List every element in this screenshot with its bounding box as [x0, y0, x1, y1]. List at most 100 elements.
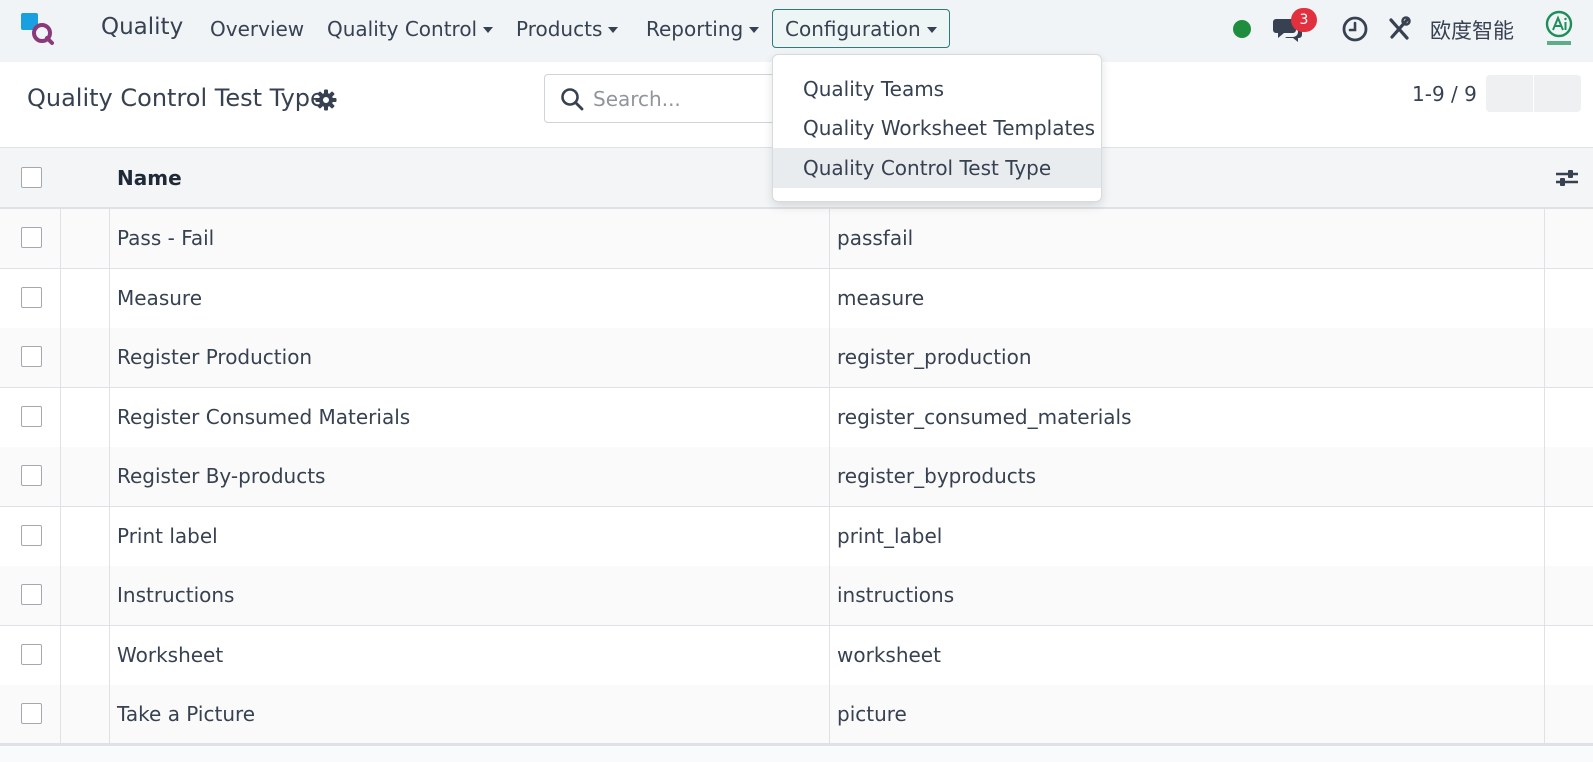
search-icon[interactable] — [560, 87, 584, 111]
column-divider — [829, 447, 830, 506]
cell-name: Print label — [117, 524, 218, 548]
row-checkbox[interactable] — [21, 584, 42, 605]
cell-name: Instructions — [117, 583, 235, 607]
column-divider — [60, 209, 61, 268]
column-divider — [829, 388, 830, 447]
menu-item-quality-worksheet-templates[interactable]: Quality Worksheet Templates — [773, 108, 1101, 148]
presence-status-icon[interactable] — [1233, 20, 1251, 38]
menu-quality-control[interactable]: Quality Control — [327, 9, 494, 48]
column-divider — [829, 209, 830, 268]
row-checkbox[interactable] — [21, 703, 42, 724]
page-title: Quality Control Test Type — [27, 84, 325, 112]
menu-overview-label: Overview — [210, 16, 305, 41]
menu-reporting[interactable]: Reporting — [646, 9, 760, 48]
table-row[interactable]: Register Consumed Materials register_con… — [0, 388, 1593, 448]
quality-app-logo-icon[interactable] — [20, 12, 54, 46]
optional-columns-toggle-icon[interactable] — [1555, 167, 1579, 189]
table-row[interactable]: Register By-products register_byproducts — [0, 447, 1593, 507]
menu-reporting-label: Reporting — [646, 16, 744, 41]
column-divider — [60, 269, 61, 328]
cell-name: Worksheet — [117, 643, 224, 667]
clock-activity-icon[interactable] — [1342, 16, 1368, 42]
notification-count-badge: 3 — [1291, 8, 1317, 32]
cell-name: Measure — [117, 286, 202, 310]
gear-icon[interactable] — [315, 89, 337, 111]
column-divider — [109, 626, 110, 685]
column-divider — [1544, 626, 1545, 685]
menu-overview[interactable]: Overview — [210, 9, 304, 48]
caret-down-icon — [608, 26, 619, 33]
select-all-checkbox[interactable] — [21, 167, 42, 188]
column-divider — [829, 626, 830, 685]
column-divider — [109, 447, 110, 506]
column-divider — [109, 209, 110, 268]
column-divider — [829, 566, 830, 625]
table-row[interactable]: Take a Picture picture — [0, 685, 1593, 746]
cell-name: Pass - Fail — [117, 226, 215, 250]
column-header-name[interactable]: Name — [117, 166, 182, 190]
row-checkbox[interactable] — [21, 525, 42, 546]
column-divider — [109, 566, 110, 625]
menu-configuration-label: Configuration — [785, 16, 921, 41]
cell-technical-name: passfail — [837, 226, 914, 250]
column-divider — [1544, 269, 1545, 328]
row-checkbox[interactable] — [21, 287, 42, 308]
column-divider — [829, 507, 830, 566]
menu-item-quality-teams[interactable]: Quality Teams — [773, 69, 1101, 109]
cell-name: Register By-products — [117, 464, 326, 488]
column-divider — [109, 328, 110, 387]
menu-products-label: Products — [516, 16, 603, 41]
menu-configuration[interactable]: Configuration — [772, 9, 950, 48]
column-divider — [1544, 388, 1545, 447]
configuration-dropdown-menu: Quality Teams Quality Worksheet Template… — [772, 54, 1102, 202]
table-row[interactable]: Register Production register_production — [0, 328, 1593, 388]
menu-item-quality-control-test-type[interactable]: Quality Control Test Type — [773, 148, 1101, 188]
caret-down-icon — [483, 26, 494, 33]
user-avatar-logo-icon[interactable] — [1543, 10, 1575, 48]
column-divider — [109, 685, 110, 743]
cell-technical-name: instructions — [837, 583, 955, 607]
row-checkbox[interactable] — [21, 346, 42, 367]
table-row[interactable]: Print label print_label — [0, 507, 1593, 567]
search-input[interactable] — [593, 83, 773, 115]
cell-technical-name: measure — [837, 286, 925, 310]
menu-quality-control-label: Quality Control — [327, 16, 478, 41]
table-row[interactable]: Worksheet worksheet — [0, 626, 1593, 686]
column-divider — [109, 269, 110, 328]
cell-name: Register Consumed Materials — [117, 405, 411, 429]
cell-technical-name: register_production — [837, 345, 1032, 369]
column-divider — [829, 269, 830, 328]
pager-value[interactable]: 1-9 / 9 — [1412, 82, 1477, 106]
column-divider — [1544, 507, 1545, 566]
column-divider — [60, 388, 61, 447]
pager-next-button[interactable] — [1534, 75, 1581, 112]
caret-down-icon — [749, 26, 760, 33]
company-name[interactable]: 欧度智能 — [1430, 15, 1514, 45]
cell-technical-name: worksheet — [837, 643, 941, 667]
column-divider — [1544, 447, 1545, 506]
pager-previous-button[interactable] — [1486, 75, 1533, 112]
table-row[interactable]: Measure measure — [0, 269, 1593, 329]
cell-technical-name: picture — [837, 702, 907, 726]
menu-products[interactable]: Products — [516, 9, 619, 48]
app-name[interactable]: Quality — [101, 14, 183, 40]
menu-item-label: Quality Control Test Type — [803, 156, 1052, 180]
column-divider — [109, 388, 110, 447]
row-checkbox[interactable] — [21, 465, 42, 486]
row-checkbox[interactable] — [21, 227, 42, 248]
row-checkbox[interactable] — [21, 644, 42, 665]
cell-name: Register Production — [117, 345, 313, 369]
table-row[interactable]: Pass - Fail passfail — [0, 209, 1593, 269]
debug-tools-icon[interactable] — [1387, 16, 1411, 42]
search-box — [544, 74, 784, 123]
column-divider — [1544, 566, 1545, 625]
table-row[interactable]: Instructions instructions — [0, 566, 1593, 626]
row-checkbox[interactable] — [21, 406, 42, 427]
column-divider — [60, 685, 61, 743]
column-divider — [60, 507, 61, 566]
column-divider — [60, 328, 61, 387]
column-divider — [60, 566, 61, 625]
cell-name: Take a Picture — [117, 702, 256, 726]
cell-technical-name: print_label — [837, 524, 943, 548]
column-divider — [1544, 685, 1545, 743]
